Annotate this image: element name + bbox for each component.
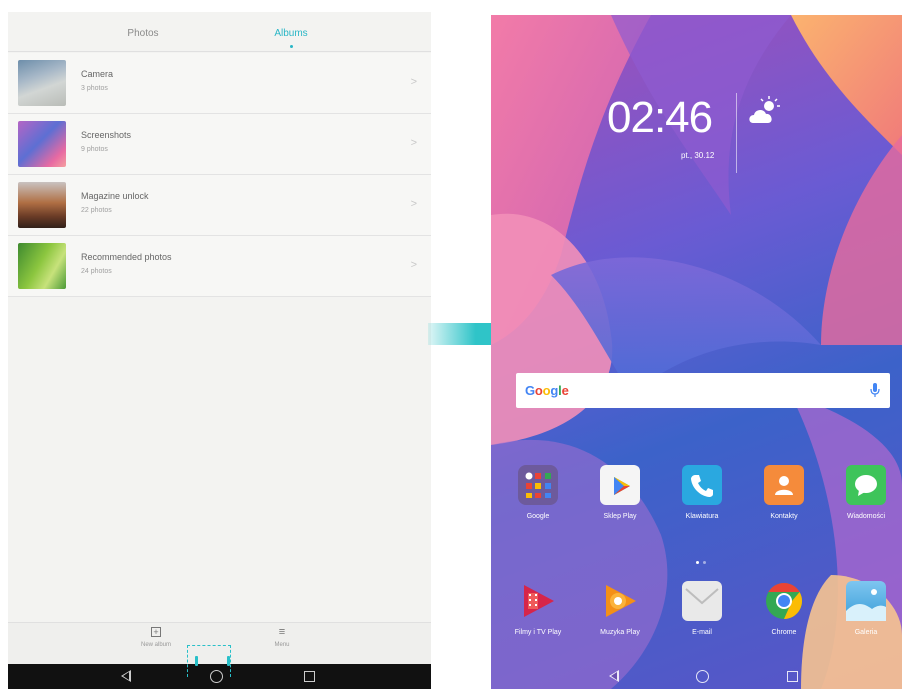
home-screen: 02:46 pt., 30.12 Google Google Sklep Pla… bbox=[491, 15, 902, 689]
app-label: Muzyka Play bbox=[600, 629, 640, 636]
navigation-bar bbox=[491, 665, 902, 689]
phone-icon bbox=[682, 465, 722, 505]
album-name: Recommended photos bbox=[81, 252, 172, 262]
menu-button[interactable]: ≡ Menu bbox=[252, 626, 312, 649]
new-album-label: New album bbox=[140, 642, 171, 648]
album-list: Camera 3 photos > Screenshots 9 photos >… bbox=[8, 53, 431, 297]
album-name: Camera bbox=[81, 69, 114, 79]
google-search-bar[interactable]: Google bbox=[516, 373, 890, 408]
app-muzyka-play[interactable]: Muzyka Play bbox=[585, 581, 655, 636]
gallery-icon bbox=[846, 581, 886, 621]
press-indicator bbox=[195, 656, 198, 666]
album-thumbnail bbox=[18, 121, 66, 167]
back-icon-inner bbox=[611, 672, 617, 680]
home-icon[interactable] bbox=[696, 670, 709, 683]
app-e-mail[interactable]: E-mail bbox=[667, 581, 737, 636]
partly-cloudy-icon[interactable] bbox=[747, 95, 781, 127]
app-sklep-play[interactable]: Sklep Play bbox=[585, 465, 655, 520]
app-label: Chrome bbox=[771, 629, 797, 636]
active-tab-indicator bbox=[290, 45, 293, 48]
play-music-icon bbox=[600, 581, 640, 621]
press-indicator bbox=[227, 656, 230, 666]
menu-icon: ≡ bbox=[278, 626, 286, 638]
app-google-folder[interactable]: Google bbox=[503, 465, 573, 520]
google-folder-icon bbox=[518, 465, 558, 505]
contacts-icon bbox=[764, 465, 804, 505]
app-label: Wiadomości bbox=[846, 513, 886, 520]
album-thumbnail bbox=[18, 60, 66, 106]
play-store-icon bbox=[600, 465, 640, 505]
page-dot bbox=[696, 561, 699, 564]
app-label: Sklep Play bbox=[603, 513, 637, 520]
page-dot bbox=[703, 561, 706, 564]
chevron-right-icon: > bbox=[410, 76, 417, 88]
chevron-right-icon: > bbox=[410, 259, 417, 271]
chevron-right-icon: > bbox=[410, 198, 417, 210]
app-galeria[interactable]: Galeria bbox=[831, 581, 901, 636]
album-count: 24 photos bbox=[81, 268, 112, 275]
app-label: Kontakty bbox=[770, 513, 798, 520]
recent-apps-icon[interactable] bbox=[787, 671, 798, 682]
app-label: Galeria bbox=[854, 629, 878, 636]
app-label: Filmy i TV Play bbox=[514, 629, 562, 636]
app-chrome[interactable]: Chrome bbox=[749, 581, 819, 636]
chevron-right-icon: > bbox=[410, 137, 417, 149]
app-label: E-mail bbox=[692, 629, 712, 636]
chrome-icon bbox=[764, 581, 804, 621]
app-kontakty[interactable]: Kontakty bbox=[749, 465, 819, 520]
app-wiadomosci[interactable]: Wiadomości bbox=[831, 465, 901, 520]
album-row-recommended-photos[interactable]: Recommended photos 24 photos > bbox=[8, 236, 431, 297]
album-thumbnail bbox=[18, 243, 66, 289]
recent-apps-icon[interactable] bbox=[304, 671, 315, 682]
new-album-button[interactable]: + New album bbox=[126, 627, 186, 648]
app-filmy-i-tv-play[interactable]: Filmy i TV Play bbox=[503, 581, 573, 636]
clock-date: pt., 30.12 bbox=[681, 151, 715, 160]
clock-divider bbox=[736, 93, 737, 173]
app-label: Google bbox=[526, 513, 550, 520]
album-row-screenshots[interactable]: Screenshots 9 photos > bbox=[8, 114, 431, 175]
app-klawiatura[interactable]: Klawiatura bbox=[667, 465, 737, 520]
messages-icon bbox=[846, 465, 886, 505]
page-indicator bbox=[694, 551, 708, 569]
mic-icon[interactable] bbox=[870, 383, 880, 398]
play-movies-icon bbox=[518, 581, 558, 621]
album-row-magazine-unlock[interactable]: Magazine unlock 22 photos > bbox=[8, 175, 431, 236]
album-name: Magazine unlock bbox=[81, 191, 149, 201]
album-thumbnail bbox=[18, 182, 66, 228]
home-button-highlight bbox=[187, 645, 231, 677]
back-icon-inner bbox=[123, 672, 129, 680]
menu-label: Menu bbox=[274, 642, 290, 648]
google-logo: Google bbox=[525, 383, 569, 398]
add-box-icon: + bbox=[151, 627, 161, 637]
album-name: Screenshots bbox=[81, 130, 132, 140]
tab-photos[interactable]: Photos bbox=[68, 12, 218, 52]
album-count: 22 photos bbox=[81, 207, 112, 214]
album-row-camera[interactable]: Camera 3 photos > bbox=[8, 53, 431, 114]
gallery-screen: Photos Albums Camera 3 photos > Screensh… bbox=[8, 12, 431, 689]
email-icon bbox=[682, 581, 722, 621]
album-count: 9 photos bbox=[81, 146, 108, 153]
album-count: 3 photos bbox=[81, 85, 108, 92]
gallery-tab-bar: Photos Albums bbox=[8, 12, 431, 52]
app-label: Klawiatura bbox=[685, 513, 719, 520]
clock-time[interactable]: 02:46 bbox=[607, 93, 713, 143]
